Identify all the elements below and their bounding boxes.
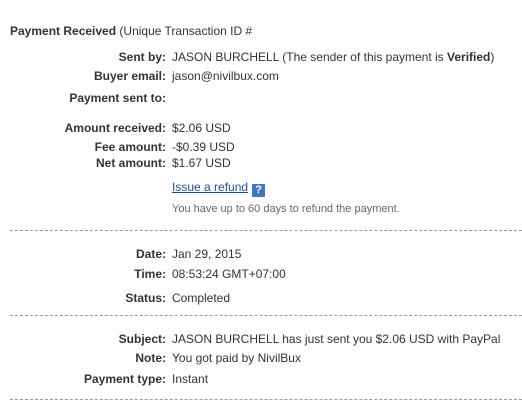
- time-row: Time: 08:53:24 GMT+07:00: [0, 266, 522, 282]
- subject-label: Subject:: [118, 332, 166, 346]
- amount-received-label: Amount received:: [64, 121, 166, 135]
- date-label: Date:: [135, 247, 166, 261]
- refund-action: Issue a refund?: [172, 179, 266, 197]
- sender-note-prefix: (The sender of this payment is: [282, 50, 444, 64]
- net-amount-row: Net amount: $1.67 USD: [0, 155, 522, 171]
- help-icon[interactable]: ?: [252, 184, 266, 197]
- fee-amount-value: -$0.39 USD: [172, 140, 235, 154]
- status-value: Completed: [172, 291, 231, 305]
- payment-type-label: Payment type:: [83, 372, 166, 386]
- time-label: Time:: [134, 267, 166, 281]
- payment-sent-to-label: Payment sent to:: [69, 91, 166, 105]
- transaction-id-text: (Unique Transaction ID #: [119, 24, 253, 38]
- sent-by-value: JASON BURCHELL (The sender of this payme…: [172, 49, 494, 65]
- section-divider: [10, 399, 522, 400]
- sender-name: JASON BURCHELL: [172, 50, 279, 64]
- subject-row: Subject: JASON BURCHELL has just sent yo…: [0, 331, 522, 347]
- payment-sent-to-row: Payment sent to:: [0, 90, 522, 106]
- refund-row: Issue a refund?: [0, 179, 522, 197]
- fee-amount-label: Fee amount:: [94, 140, 166, 154]
- fee-amount-row: Fee amount: -$0.39 USD: [0, 139, 522, 155]
- issue-refund-link[interactable]: Issue a refund: [172, 180, 248, 194]
- section-divider: [10, 315, 522, 316]
- note-row: Note: You got paid by NivilBux: [0, 350, 522, 366]
- sender-verified-status: Verified: [447, 50, 491, 64]
- buyer-email-row: Buyer email: jason@nivilbux.com: [0, 68, 522, 84]
- amount-received-value: $2.06 USD: [172, 121, 231, 135]
- page-heading: Payment Received (Unique Transaction ID …: [10, 24, 252, 38]
- buyer-email-value: jason@nivilbux.com: [172, 69, 279, 83]
- section-divider: [10, 230, 522, 231]
- net-amount-label: Net amount:: [96, 156, 166, 170]
- payment-type-value: Instant: [172, 372, 209, 386]
- status-label: Status:: [125, 291, 166, 305]
- refund-note: You have up to 60 days to refund the pay…: [172, 203, 400, 215]
- sender-note-suffix: ): [490, 50, 495, 64]
- buyer-email-label: Buyer email:: [93, 69, 166, 83]
- payment-type-row: Payment type: Instant: [0, 371, 522, 387]
- net-amount-value: $1.67 USD: [172, 156, 231, 170]
- time-value: 08:53:24 GMT+07:00: [172, 267, 286, 281]
- note-label: Note:: [135, 351, 166, 365]
- sent-by-row: Sent by: JASON BURCHELL (The sender of t…: [0, 49, 522, 65]
- date-row: Date: Jan 29, 2015: [0, 246, 522, 262]
- date-value: Jan 29, 2015: [172, 247, 242, 261]
- sent-by-label: Sent by:: [118, 50, 166, 64]
- amount-received-row: Amount received: $2.06 USD: [0, 120, 522, 136]
- note-value: You got paid by NivilBux: [172, 351, 301, 365]
- subject-value: JASON BURCHELL has just sent you $2.06 U…: [172, 332, 501, 346]
- page-title: Payment Received: [10, 24, 117, 38]
- status-row: Status: Completed: [0, 290, 522, 306]
